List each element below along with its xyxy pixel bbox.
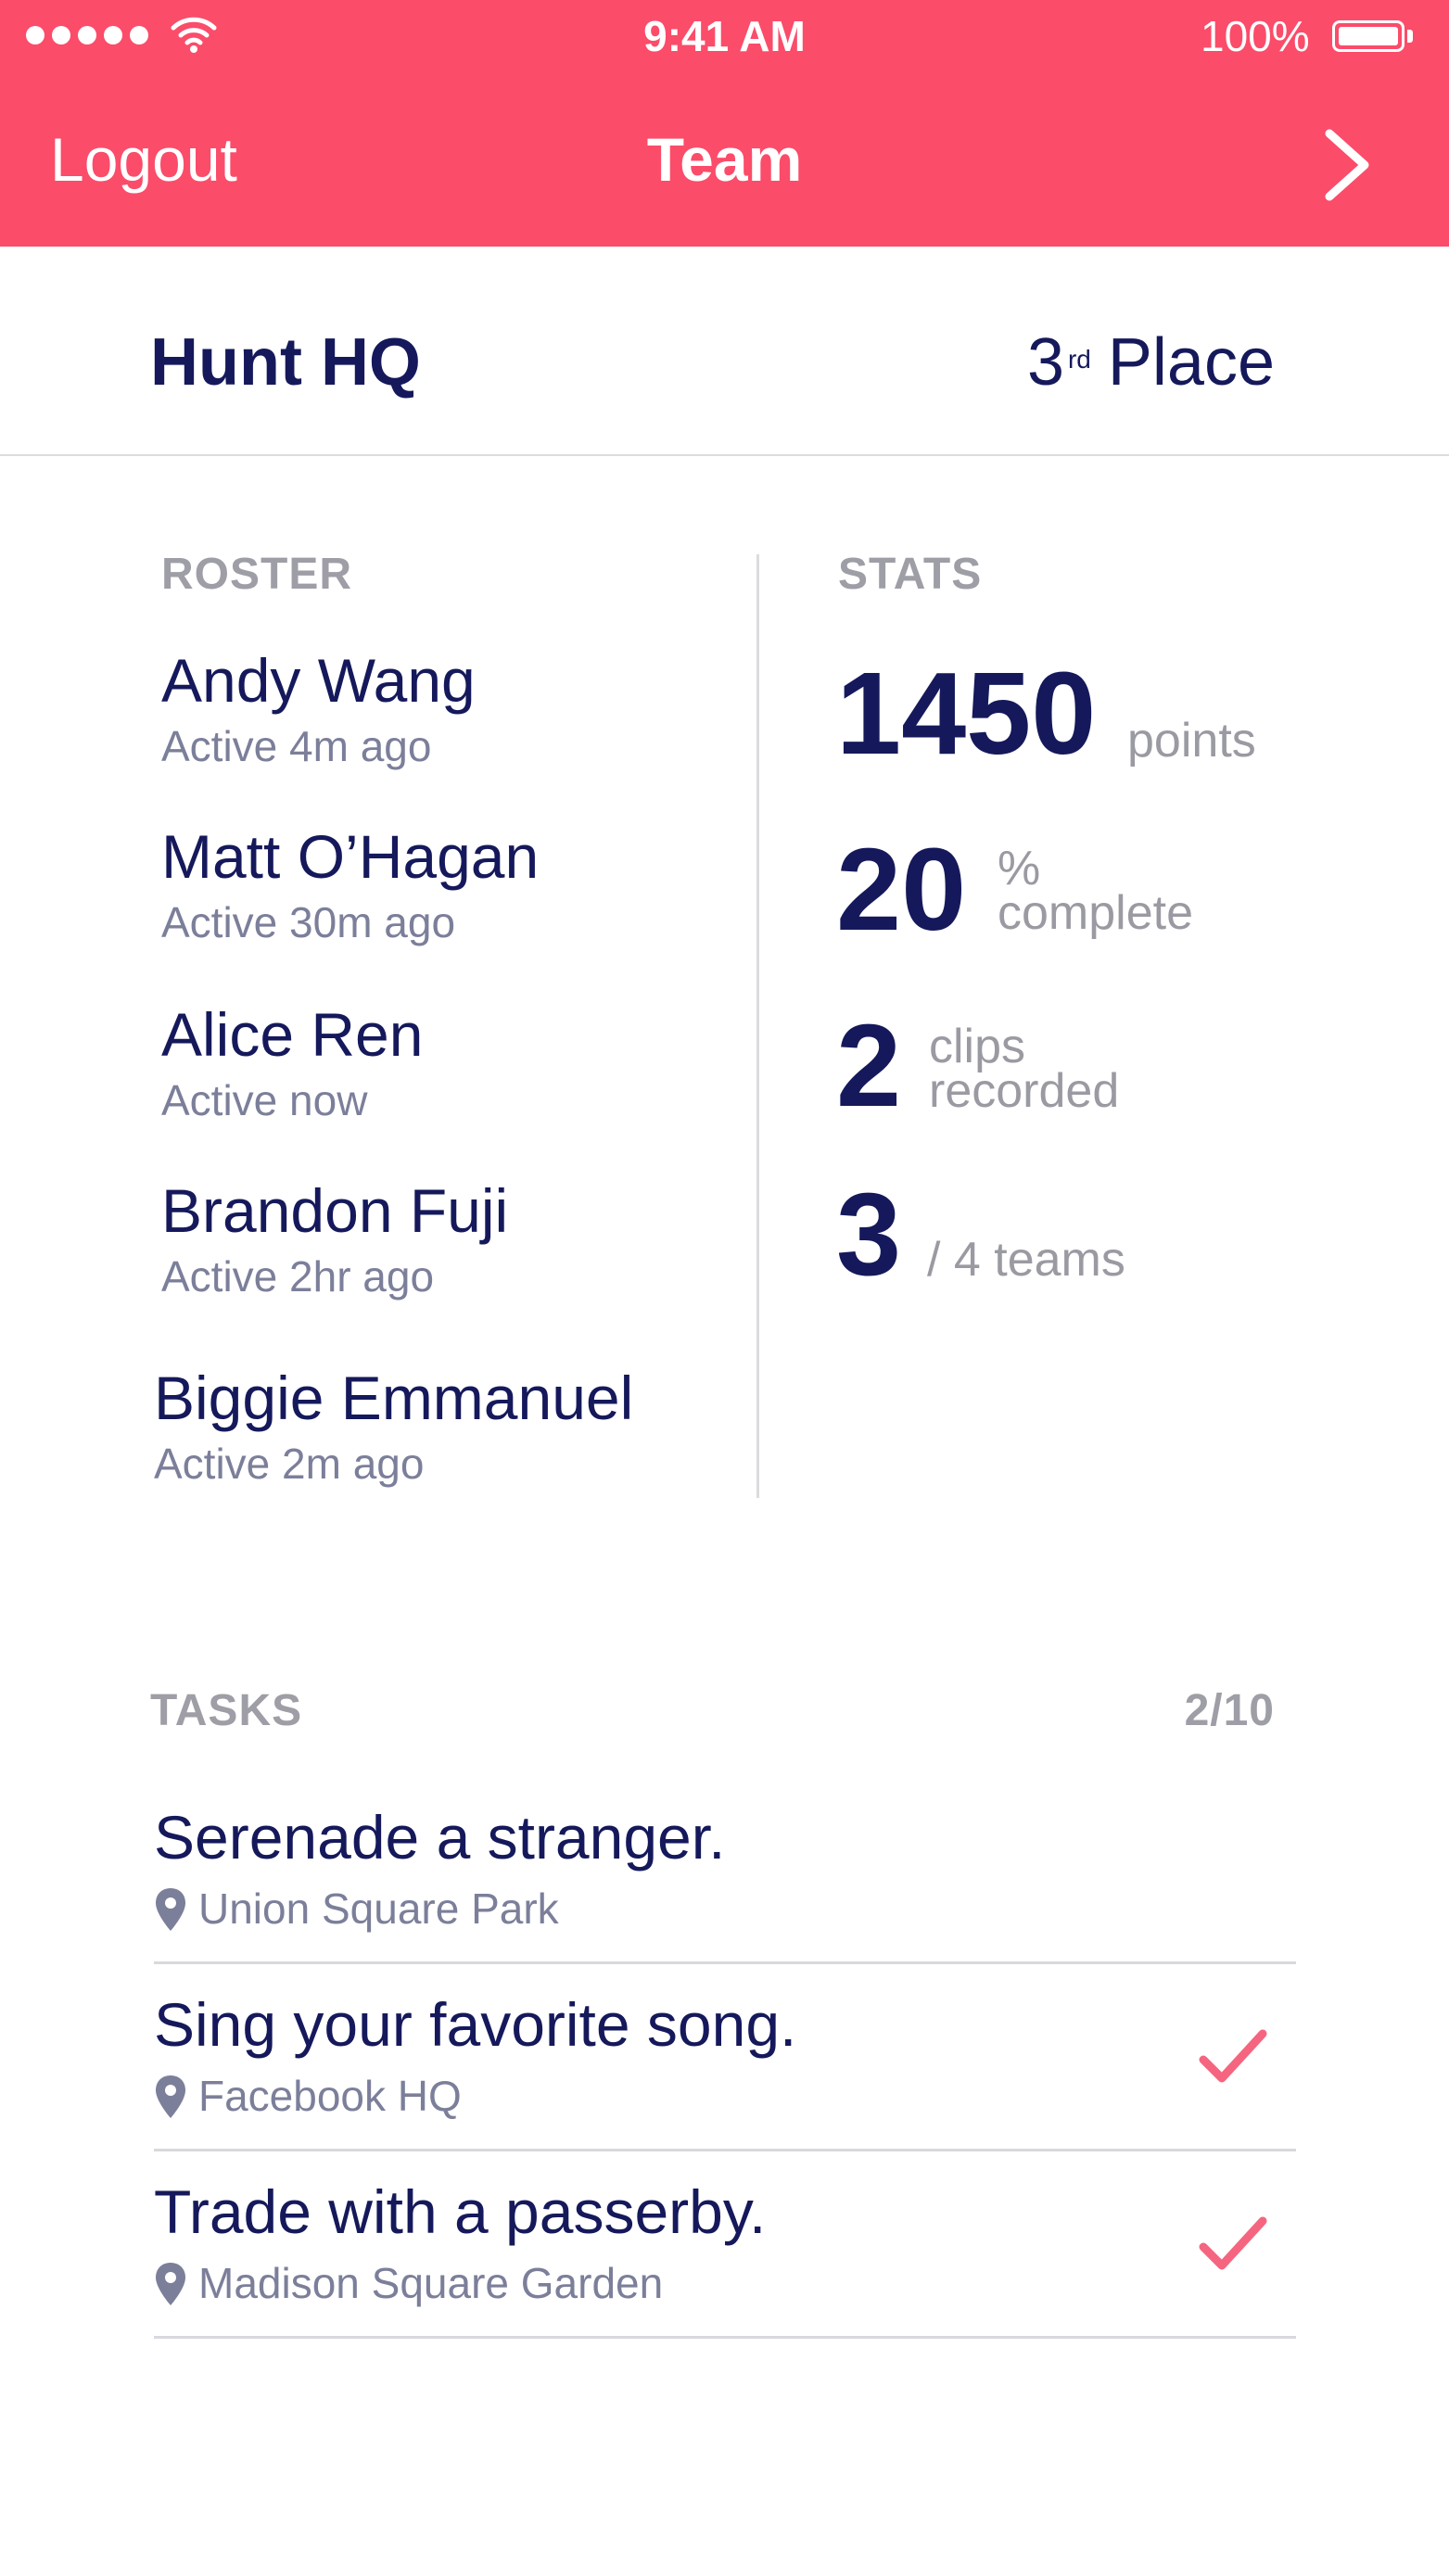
member-status: Active 2hr ago xyxy=(161,1252,435,1301)
member-name: Brandon Fuji xyxy=(161,1176,509,1245)
roster-member[interactable]: Alice Ren Active now xyxy=(161,999,423,1125)
battery-percentage: 100% xyxy=(1201,12,1310,60)
task-location-text: Union Square Park xyxy=(198,1884,559,1933)
complete-value: 20 xyxy=(836,824,967,955)
clips-label-2: recorded xyxy=(929,1064,1120,1118)
divider xyxy=(0,454,1449,456)
task-location-text: Facebook HQ xyxy=(198,2072,462,2120)
complete-unit: % xyxy=(998,842,1041,895)
complete-label: complete xyxy=(998,886,1193,940)
points-label: points xyxy=(1127,714,1256,768)
task-item[interactable]: Sing your favorite song. Facebook HQ xyxy=(154,1989,1296,2147)
rank-value: 3 xyxy=(836,1169,902,1300)
task-title: Trade with a passerby. xyxy=(154,2177,767,2246)
tasks-label: TASKS xyxy=(150,1686,303,1735)
task-location-text: Madison Square Garden xyxy=(198,2259,664,2307)
roster-member[interactable]: Biggie Emmanuel Active 2m ago xyxy=(154,1363,633,1489)
place-suffix: rd xyxy=(1067,345,1091,374)
member-status: Active 30m ago xyxy=(161,898,456,946)
member-name: Matt O’Hagan xyxy=(161,822,540,891)
team-name: Hunt HQ xyxy=(150,325,421,400)
member-name: Andy Wang xyxy=(161,646,476,715)
member-name: Biggie Emmanuel xyxy=(154,1364,634,1432)
task-item[interactable]: Trade with a passerby. Madison Square Ga… xyxy=(154,2176,1296,2334)
roster-member[interactable]: Matt O’Hagan Active 30m ago xyxy=(161,821,539,947)
clips-value: 2 xyxy=(836,1000,902,1131)
clips-label: clips xyxy=(929,1020,1026,1073)
rank-label: / 4 teams xyxy=(927,1233,1125,1287)
member-status: Active now xyxy=(161,1076,368,1124)
points-value: 1450 xyxy=(836,648,1097,779)
stats-label: STATS xyxy=(838,550,983,599)
battery-tip xyxy=(1407,30,1413,43)
roster-member[interactable]: Brandon Fuji Active 2hr ago xyxy=(161,1175,508,1301)
task-divider xyxy=(154,1961,1296,1964)
task-title: Sing your favorite song. xyxy=(154,1990,797,2059)
team-place: 3rd Place xyxy=(1027,324,1275,400)
task-title: Serenade a stranger. xyxy=(154,1803,726,1872)
member-status: Active 2m ago xyxy=(154,1440,425,1488)
task-divider xyxy=(154,2149,1296,2151)
roster-member[interactable]: Andy Wang Active 4m ago xyxy=(161,645,476,771)
place-label: Place xyxy=(1107,325,1275,400)
member-status: Active 4m ago xyxy=(161,722,432,770)
task-divider xyxy=(154,2336,1296,2339)
app-header: 9:41 AM 100% Logout Team xyxy=(0,0,1449,247)
map-pin-icon xyxy=(156,2075,185,2118)
roster-label: ROSTER xyxy=(161,550,353,599)
tasks-count: 2/10 xyxy=(1184,1686,1275,1735)
chevron-right-icon[interactable] xyxy=(1315,126,1379,204)
task-item[interactable]: Serenade a stranger. Union Square Park xyxy=(154,1802,1296,1960)
checkmark-icon xyxy=(1199,2216,1267,2270)
task-location: Facebook HQ xyxy=(154,2071,1296,2121)
column-divider xyxy=(756,554,759,1498)
battery-icon xyxy=(1332,20,1405,52)
member-name: Alice Ren xyxy=(161,1000,424,1069)
map-pin-icon xyxy=(156,1888,185,1931)
checkmark-icon xyxy=(1199,2029,1267,2083)
map-pin-icon xyxy=(156,2263,185,2305)
page-title: Team xyxy=(646,125,803,194)
task-location: Union Square Park xyxy=(154,1884,1296,1934)
place-number: 3 xyxy=(1026,325,1064,400)
status-bar: 9:41 AM 100% xyxy=(0,0,1449,74)
task-location: Madison Square Garden xyxy=(154,2258,1296,2308)
